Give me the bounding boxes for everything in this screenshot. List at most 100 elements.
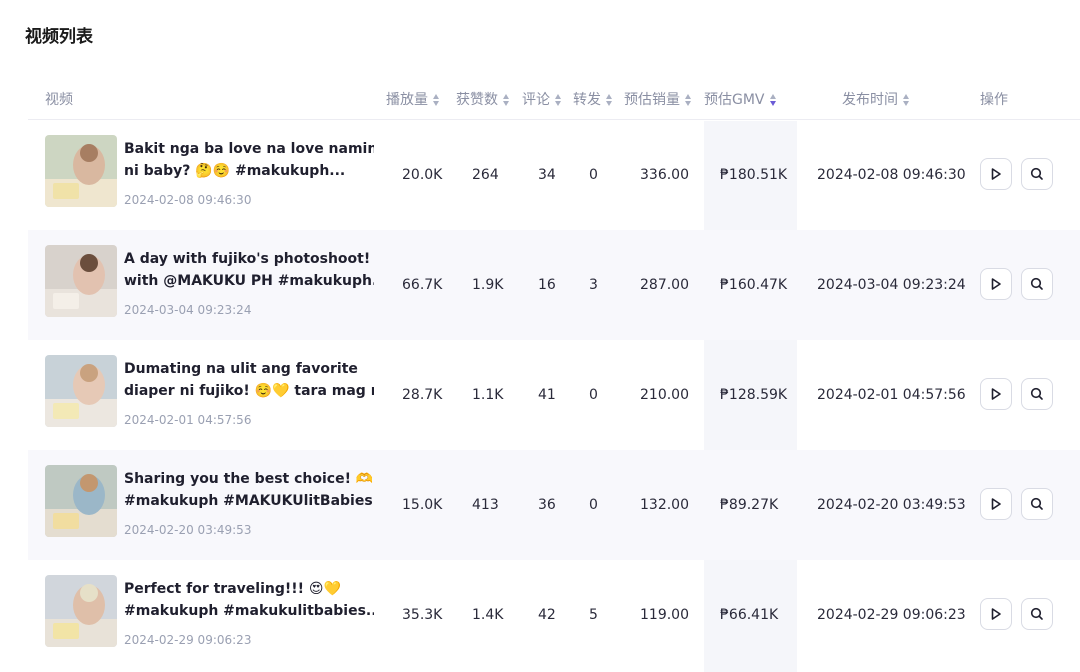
video-title[interactable]: Dumating na ulit ang favorite diaper ni … <box>124 358 374 402</box>
publish-time-value: 2024-03-04 09:23:24 <box>817 277 966 293</box>
sort-icon[interactable] <box>769 94 777 106</box>
likes-value: 1.1K <box>472 387 504 403</box>
header-sales[interactable]: 预估销量 <box>624 80 692 120</box>
play-button[interactable] <box>980 378 1012 410</box>
gmv-value: ₱89.27K <box>720 497 779 513</box>
sales-value: 287.00 <box>640 277 689 293</box>
video-title[interactable]: A day with fujiko's photoshoot! 📷💕 with … <box>124 248 374 292</box>
video-title[interactable]: Perfect for traveling!!! 😍💛 #makukuph #m… <box>124 578 374 622</box>
header-sales-label: 预估销量 <box>624 92 680 108</box>
header-gmv[interactable]: 预估GMV <box>704 80 777 120</box>
table-row[interactable]: Perfect for traveling!!! 😍💛 #makukuph #m… <box>28 560 1080 670</box>
publish-time-value: 2024-02-29 09:06:23 <box>817 607 966 623</box>
play-button[interactable] <box>980 158 1012 190</box>
play-icon <box>991 168 1001 180</box>
sort-icon[interactable] <box>685 94 692 106</box>
video-thumbnail[interactable] <box>45 465 117 537</box>
table-body: Bakit nga ba love na love namin to ni ba… <box>28 120 1080 670</box>
search-icon <box>1030 497 1043 510</box>
video-title-line-1: Sharing you the best choice! 🫶💯 <box>124 471 374 487</box>
video-thumbnail[interactable] <box>45 575 117 647</box>
video-title[interactable]: Sharing you the best choice! 🫶💯 #makukup… <box>124 468 374 512</box>
video-title-line-1: Bakit nga ba love na love namin to <box>124 141 374 157</box>
shares-value: 0 <box>589 497 598 513</box>
plays-value: 28.7K <box>402 387 443 403</box>
play-button[interactable] <box>980 268 1012 300</box>
gmv-value: ₱160.47K <box>720 277 788 293</box>
gmv-value: ₱66.41K <box>720 607 779 623</box>
comments-value: 42 <box>538 607 556 623</box>
comments-value: 41 <box>538 387 556 403</box>
search-button[interactable] <box>1021 158 1053 190</box>
publish-time-value: 2024-02-20 03:49:53 <box>817 497 966 513</box>
video-date: 2024-02-01 04:57:56 <box>124 413 252 427</box>
play-icon <box>991 608 1001 620</box>
sort-icon[interactable] <box>606 94 613 106</box>
search-button[interactable] <box>1021 488 1053 520</box>
video-title-line-2: #makukuph #MAKUKUlitBabies... <box>124 493 374 509</box>
likes-value: 264 <box>472 167 499 183</box>
video-title-line-2: with @MAKUKU PH #makukuph... <box>124 273 374 289</box>
header-shares-label: 转发 <box>573 92 601 108</box>
page-title: 视频列表 <box>25 27 93 47</box>
header-actions: 操作 <box>980 80 1008 120</box>
video-title-line-2: diaper ni fujiko! ☺️💛 tara mag re... <box>124 383 374 399</box>
header-video: 视频 <box>45 80 73 120</box>
comments-value: 36 <box>538 497 556 513</box>
search-icon <box>1030 167 1043 180</box>
video-thumbnail[interactable] <box>45 245 117 317</box>
play-icon <box>991 498 1001 510</box>
shares-value: 0 <box>589 167 598 183</box>
sort-icon[interactable] <box>903 94 910 106</box>
plays-value: 20.0K <box>402 167 443 183</box>
play-icon <box>991 388 1001 400</box>
publish-time-value: 2024-02-08 09:46:30 <box>817 167 966 183</box>
search-button[interactable] <box>1021 378 1053 410</box>
table-row[interactable]: Bakit nga ba love na love namin to ni ba… <box>28 120 1080 230</box>
search-icon <box>1030 277 1043 290</box>
play-button[interactable] <box>980 598 1012 630</box>
table-row[interactable]: Sharing you the best choice! 🫶💯 #makukup… <box>28 450 1080 560</box>
sort-icon[interactable] <box>503 94 510 106</box>
sales-value: 210.00 <box>640 387 689 403</box>
video-title[interactable]: Bakit nga ba love na love namin to ni ba… <box>124 138 374 182</box>
play-button[interactable] <box>980 488 1012 520</box>
header-publish-time[interactable]: 发布时间 <box>842 80 910 120</box>
table-row[interactable]: Dumating na ulit ang favorite diaper ni … <box>28 340 1080 450</box>
gmv-value: ₱180.51K <box>720 167 788 183</box>
plays-value: 15.0K <box>402 497 443 513</box>
video-date: 2024-02-20 03:49:53 <box>124 523 252 537</box>
header-shares[interactable]: 转发 <box>573 80 613 120</box>
video-date: 2024-02-29 09:06:23 <box>124 633 252 647</box>
table-row[interactable]: A day with fujiko's photoshoot! 📷💕 with … <box>28 230 1080 340</box>
header-gmv-label: 预估GMV <box>704 92 765 108</box>
search-button[interactable] <box>1021 268 1053 300</box>
header-comments-label: 评论 <box>522 92 550 108</box>
sales-value: 336.00 <box>640 167 689 183</box>
shares-value: 0 <box>589 387 598 403</box>
video-thumbnail[interactable] <box>45 355 117 427</box>
header-video-label: 视频 <box>45 92 73 108</box>
header-comments[interactable]: 评论 <box>522 80 562 120</box>
video-title-line-1: A day with fujiko's photoshoot! 📷💕 <box>124 251 374 267</box>
video-title-line-1: Dumating na ulit ang favorite <box>124 361 358 377</box>
plays-value: 35.3K <box>402 607 443 623</box>
sales-value: 119.00 <box>640 607 689 623</box>
publish-time-value: 2024-02-01 04:57:56 <box>817 387 966 403</box>
header-plays[interactable]: 播放量 <box>386 80 440 120</box>
sort-icon[interactable] <box>555 94 562 106</box>
comments-value: 34 <box>538 167 556 183</box>
video-thumbnail[interactable] <box>45 135 117 207</box>
comments-value: 16 <box>538 277 556 293</box>
shares-value: 5 <box>589 607 598 623</box>
video-date: 2024-02-08 09:46:30 <box>124 193 252 207</box>
search-icon <box>1030 387 1043 400</box>
likes-value: 1.9K <box>472 277 504 293</box>
header-likes[interactable]: 获赞数 <box>456 80 510 120</box>
header-actions-label: 操作 <box>980 92 1008 108</box>
header-likes-label: 获赞数 <box>456 92 498 108</box>
video-date: 2024-03-04 09:23:24 <box>124 303 252 317</box>
search-button[interactable] <box>1021 598 1053 630</box>
likes-value: 413 <box>472 497 499 513</box>
sort-icon[interactable] <box>433 94 440 106</box>
